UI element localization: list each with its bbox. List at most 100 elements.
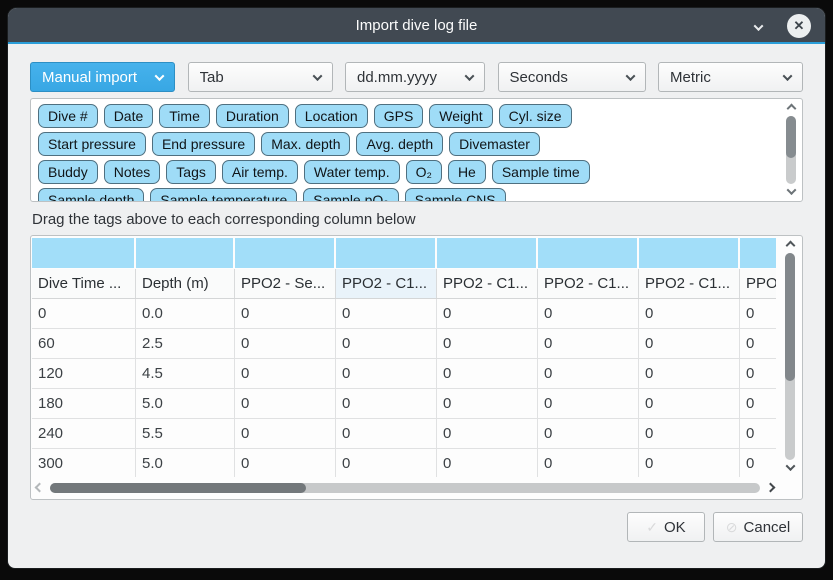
chevron-down-icon <box>625 71 635 81</box>
tags-scrollbar-thumb[interactable] <box>786 116 796 158</box>
table-cell: 0 <box>437 359 538 388</box>
table-cell: 0 <box>740 359 776 388</box>
date-format-select[interactable]: dd.mm.yyyy <box>345 62 485 92</box>
table-cell: 0 <box>740 389 776 418</box>
table-cell: 300 <box>32 449 136 477</box>
tag-chip-avg-depth[interactable]: Avg. depth <box>356 132 443 156</box>
scroll-up-icon[interactable] <box>786 104 796 114</box>
column-header-2: PPO2 - Se... <box>235 269 336 298</box>
table-cell: 4.5 <box>136 359 235 388</box>
table-vscroll-thumb[interactable] <box>785 253 795 381</box>
table-cell: 0 <box>336 419 437 448</box>
crossed-circle-icon: ⊘ <box>726 519 738 536</box>
table-cell: 0 <box>538 419 639 448</box>
tag-chip-weight[interactable]: Weight <box>429 104 492 128</box>
close-icon: ✕ <box>794 18 805 34</box>
table-cell: 0 <box>336 389 437 418</box>
table-cell: 0 <box>336 359 437 388</box>
drop-target-cell-1[interactable] <box>136 238 235 268</box>
scroll-right-icon[interactable] <box>766 483 776 493</box>
drop-target-cell-6[interactable] <box>639 238 740 268</box>
table-cell: 0 <box>235 359 336 388</box>
titlebar: Import dive log file ✕ <box>8 8 825 44</box>
table-cell: 0 <box>538 389 639 418</box>
tag-chip-sample-temperature[interactable]: Sample temperature <box>150 188 297 202</box>
tag-row: BuddyNotesTagsAir temp.Water temp.O₂HeSa… <box>35 158 776 186</box>
column-header-row: Dive Time ...Depth (m)PPO2 - Se...PPO2 -… <box>32 269 776 299</box>
table-cell: 0 <box>336 299 437 328</box>
field-separator-select[interactable]: Tab <box>188 62 333 92</box>
scroll-down-icon[interactable] <box>786 185 796 195</box>
tag-chip-date[interactable]: Date <box>104 104 154 128</box>
tag-chip-cyl-size[interactable]: Cyl. size <box>499 104 572 128</box>
tag-chip-sample-po[interactable]: Sample pO₂ <box>303 188 398 202</box>
table-hscroll-track[interactable] <box>50 483 760 493</box>
ok-button[interactable]: ✓ OK <box>627 512 705 542</box>
drop-target-cell-7[interactable] <box>740 238 776 268</box>
units-value: Metric <box>670 69 776 86</box>
drop-target-cell-2[interactable] <box>235 238 336 268</box>
tag-chip-end-pressure[interactable]: End pressure <box>152 132 255 156</box>
table-cell: 0 <box>639 299 740 328</box>
chevron-down-icon <box>783 71 793 81</box>
tag-chip-location[interactable]: Location <box>295 104 368 128</box>
table-cell: 0 <box>538 299 639 328</box>
table-cell: 0 <box>538 329 639 358</box>
tag-chip-air-temp[interactable]: Air temp. <box>222 160 298 184</box>
tags-scrollbar[interactable] <box>782 101 800 199</box>
table-cell: 0 <box>437 299 538 328</box>
table-cell: 0 <box>639 389 740 418</box>
tag-chip-sample-depth[interactable]: Sample depth <box>38 188 144 202</box>
duration-format-value: Seconds <box>510 69 619 86</box>
table-cell: 0 <box>32 299 136 328</box>
chevron-down-icon <box>312 71 322 81</box>
table-vertical-scrollbar[interactable] <box>780 238 800 475</box>
tag-chip-tags[interactable]: Tags <box>166 160 216 184</box>
tag-chip-buddy[interactable]: Buddy <box>38 160 98 184</box>
table-cell: 120 <box>32 359 136 388</box>
preview-table-panel: Dive Time ...Depth (m)PPO2 - Se...PPO2 -… <box>30 235 803 500</box>
tag-chip-start-pressure[interactable]: Start pressure <box>38 132 146 156</box>
table-cell: 0 <box>437 449 538 477</box>
chevron-down-icon[interactable] <box>749 19 767 35</box>
table-horizontal-scrollbar[interactable] <box>36 479 774 496</box>
tag-list-panel: Dive #DateTimeDurationLocationGPSWeight C… <box>30 98 803 202</box>
units-select[interactable]: Metric <box>658 62 803 92</box>
tag-chip-gps[interactable]: GPS <box>374 104 424 128</box>
scroll-down-icon[interactable] <box>785 461 795 471</box>
dialog-content: Manual import Tab dd.mm.yyyy Seconds Met… <box>8 62 825 542</box>
cancel-button[interactable]: ⊘ Cancel <box>713 512 803 542</box>
tag-chip-sample-time[interactable]: Sample time <box>492 160 590 184</box>
tag-chip-sample-cns[interactable]: Sample CNS <box>405 188 506 202</box>
tags-scrollbar-track[interactable] <box>786 116 796 184</box>
tag-chip-max-depth[interactable]: Max. depth <box>261 132 350 156</box>
tag-chip-notes[interactable]: Notes <box>104 160 161 184</box>
scroll-up-icon[interactable] <box>785 241 795 251</box>
drop-target-cell-0[interactable] <box>32 238 136 268</box>
tag-chip-o[interactable]: O₂ <box>406 160 442 184</box>
import-type-select[interactable]: Manual import <box>30 62 175 92</box>
table-vscroll-track[interactable] <box>785 253 795 460</box>
duration-format-select[interactable]: Seconds <box>498 62 646 92</box>
drop-target-cell-4[interactable] <box>437 238 538 268</box>
tag-row: Start pressureEnd pressureMax. depthAvg.… <box>35 130 776 158</box>
column-header-0: Dive Time ... <box>32 269 136 298</box>
close-button[interactable]: ✕ <box>787 14 811 38</box>
tag-row: Sample depth Sample temperature Sample pO₂… <box>35 186 776 202</box>
drop-target-cell-5[interactable] <box>538 238 639 268</box>
column-header-4: PPO2 - C1... <box>437 269 538 298</box>
tag-chip-he[interactable]: He <box>448 160 486 184</box>
tag-chip-divemaster[interactable]: Divemaster <box>449 132 540 156</box>
table-cell: 0 <box>336 329 437 358</box>
tag-chip-dive[interactable]: Dive # <box>38 104 98 128</box>
preview-table: Dive Time ...Depth (m)PPO2 - Se...PPO2 -… <box>32 238 776 477</box>
tag-chip-duration[interactable]: Duration <box>216 104 289 128</box>
scroll-left-icon[interactable] <box>35 483 45 493</box>
table-row: 602.5000000 <box>32 329 776 359</box>
drop-target-cell-3[interactable] <box>336 238 437 268</box>
tag-chip-time[interactable]: Time <box>159 104 210 128</box>
table-row: 3005.0000000 <box>32 449 776 477</box>
tag-chip-water-temp[interactable]: Water temp. <box>304 160 400 184</box>
table-cell: 2.5 <box>136 329 235 358</box>
table-hscroll-thumb[interactable] <box>50 483 306 493</box>
